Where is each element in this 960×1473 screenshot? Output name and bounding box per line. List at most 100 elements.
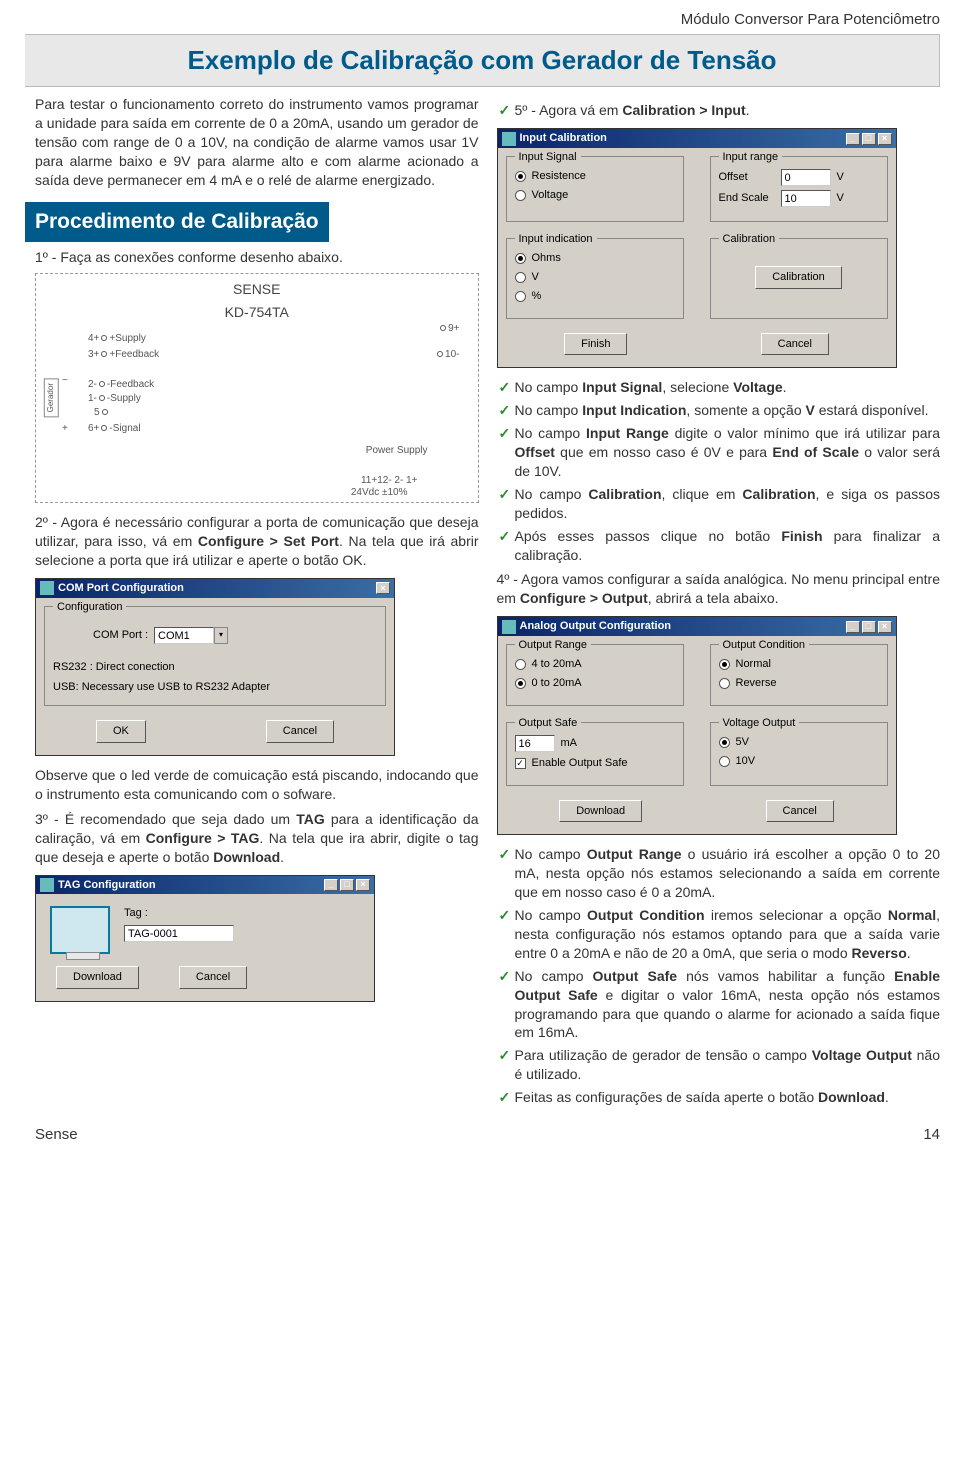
app-icon [502, 620, 516, 634]
close-icon[interactable]: × [878, 133, 892, 145]
com-hint-1: RS232 : Direct conection [53, 660, 377, 675]
radio-5v[interactable] [719, 737, 730, 748]
step-4: 4º - Agora vamos configurar a saída anal… [497, 570, 941, 608]
analog-output-dialog: Analog Output Configuration _ □ × Output… [497, 616, 897, 835]
maximize-icon[interactable]: □ [862, 133, 876, 145]
cancel-button[interactable]: Cancel [179, 966, 247, 989]
ok-button[interactable]: OK [96, 720, 146, 743]
label-reverse: Reverse [736, 676, 777, 691]
input-signal-fieldset: Input Signal Resistence Voltage [506, 156, 684, 222]
com-port-dialog: COM Port Configuration × Configuration C… [35, 578, 395, 756]
list-item: Após esses passos clique no botão Finish… [497, 527, 941, 565]
radio-ohms[interactable] [515, 253, 526, 264]
gen-plus: + [62, 422, 68, 436]
footer-page: 14 [923, 1125, 940, 1145]
pin-1minus: 1--Supply [88, 392, 141, 406]
com-port-select[interactable]: COM1 ▾ [154, 627, 228, 644]
step-5: 5º - Agora vá em Calibration > Input. [497, 101, 941, 120]
left-column: Para testar o funcionamento correto do i… [35, 95, 479, 1113]
minimize-icon[interactable]: _ [324, 879, 338, 891]
list-item: Para utilização de gerador de tensão o c… [497, 1046, 941, 1084]
com-config-fieldset: Configuration COM Port : COM1 ▾ RS232 : … [44, 606, 386, 707]
tag-label: Tag : [124, 906, 234, 921]
output-dialog-title: Analog Output Configuration [520, 619, 672, 634]
checkbox-enable-safe[interactable] [515, 758, 526, 769]
tag-dialog-title: TAG Configuration [58, 878, 156, 893]
list-item: No campo Input Range digite o valor míni… [497, 424, 941, 481]
app-icon [502, 132, 516, 146]
title-band: Exemplo de Calibração com Gerador de Ten… [25, 34, 940, 87]
voltage-output-legend: Voltage Output [719, 716, 800, 731]
offset-unit: V [837, 170, 844, 185]
radio-4-20[interactable] [515, 659, 526, 670]
offset-input[interactable]: 0 [781, 169, 831, 186]
chevron-down-icon[interactable]: ▾ [214, 627, 228, 644]
cancel-button[interactable]: Cancel [761, 333, 829, 356]
label-ohms: Ohms [532, 251, 561, 266]
pin-4plus: 4++Supply [88, 332, 146, 346]
safe-unit: mA [561, 736, 578, 751]
download-button[interactable]: Download [56, 966, 139, 989]
power-supply-label: Power Supply [366, 444, 428, 458]
app-icon [40, 581, 54, 595]
input-range-fieldset: Input range Offset0V End Scale10V [710, 156, 888, 222]
device-name-1: SENSE [42, 280, 472, 299]
input-indication-fieldset: Input indication Ohms V % [506, 238, 684, 319]
label-v: V [532, 270, 539, 285]
input-calibration-dialog: Input Calibration _ □ × Input Signal Res… [497, 128, 897, 368]
download-button[interactable]: Download [559, 800, 642, 823]
radio-normal[interactable] [719, 659, 730, 670]
cancel-button[interactable]: Cancel [266, 720, 334, 743]
minimize-icon[interactable]: _ [846, 621, 860, 633]
maximize-icon[interactable]: □ [340, 879, 354, 891]
label-4-20: 4 to 20mA [532, 657, 582, 672]
finish-button[interactable]: Finish [564, 333, 627, 356]
footer-brand: Sense [35, 1125, 78, 1145]
tag-input[interactable]: TAG-0001 [124, 925, 234, 942]
close-icon[interactable]: × [376, 582, 390, 594]
label-5v: 5V [736, 735, 749, 750]
label-resistence: Resistence [532, 169, 586, 184]
wiring-diagram: SENSE KD-754TA 4++Supply 3++Feedback 2--… [35, 273, 479, 503]
cancel-button[interactable]: Cancel [766, 800, 834, 823]
calibration-legend: Calibration [719, 232, 780, 247]
input-indication-legend: Input indication [515, 232, 597, 247]
radio-voltage[interactable] [515, 190, 526, 201]
pin-6plus: 6+-Signal [88, 422, 141, 436]
list-item: No campo Input Signal, selecione Voltage… [497, 378, 941, 397]
endscale-unit: V [837, 191, 844, 206]
safe-input[interactable]: 16 [515, 735, 555, 752]
com-port-value: COM1 [154, 627, 214, 644]
endscale-input[interactable]: 10 [781, 190, 831, 207]
output-condition-fieldset: Output Condition Normal Reverse [710, 644, 888, 706]
radio-10v[interactable] [719, 756, 730, 767]
list-item: No campo Output Range o usuário irá esco… [497, 845, 941, 902]
label-0-20: 0 to 20mA [532, 676, 582, 691]
label-pct: % [532, 289, 542, 304]
close-icon[interactable]: × [356, 879, 370, 891]
observe-text: Observe que o led verde de comuicação es… [35, 766, 479, 804]
output-range-legend: Output Range [515, 638, 592, 653]
output-dialog-titlebar: Analog Output Configuration _ □ × [498, 617, 896, 636]
app-icon [40, 878, 54, 892]
minimize-icon[interactable]: _ [846, 133, 860, 145]
calibration-button[interactable]: Calibration [755, 266, 842, 289]
close-icon[interactable]: × [878, 621, 892, 633]
voltage-output-fieldset: Voltage Output 5V 10V [710, 722, 888, 786]
offset-label: Offset [719, 170, 775, 185]
output-safe-legend: Output Safe [515, 716, 582, 731]
list-item: No campo Input Indication, somente a opç… [497, 401, 941, 420]
label-voltage: Voltage [532, 188, 569, 203]
maximize-icon[interactable]: □ [862, 621, 876, 633]
right-column: 5º - Agora vá em Calibration > Input. In… [497, 95, 941, 1113]
pin-9plus: 9+ [438, 322, 459, 336]
radio-reverse[interactable] [719, 678, 730, 689]
radio-resistence[interactable] [515, 171, 526, 182]
input-bullets: No campo Input Signal, selecione Voltage… [497, 378, 941, 564]
output-range-fieldset: Output Range 4 to 20mA 0 to 20mA [506, 644, 684, 706]
radio-0-20[interactable] [515, 678, 526, 689]
tag-dialog-titlebar: TAG Configuration _ □ × [36, 876, 374, 895]
doc-header: Módulo Conversor Para Potenciômetro [35, 10, 940, 30]
radio-pct[interactable] [515, 291, 526, 302]
radio-v[interactable] [515, 272, 526, 283]
